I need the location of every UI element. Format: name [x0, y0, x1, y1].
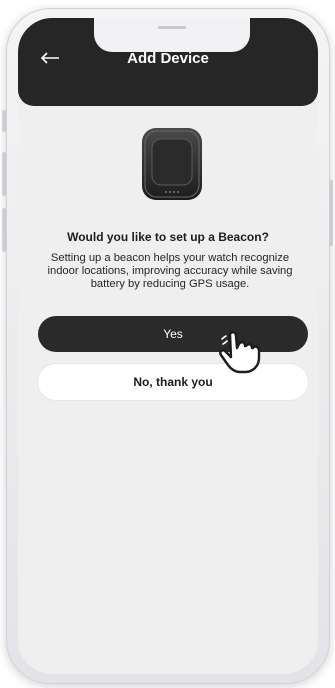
phone-notch — [94, 18, 250, 52]
no-thank-you-button[interactable]: No, thank you — [38, 364, 308, 400]
setup-question: Would you like to set up a Beacon? — [67, 230, 269, 244]
yes-button[interactable]: Yes — [38, 316, 308, 352]
phone-mockup: Add Device Would you like to set up a Be… — [0, 0, 335, 688]
setup-description: Setting up a beacon helps your watch rec… — [47, 252, 293, 290]
app-screen: Add Device Would you like to set up a Be… — [18, 18, 318, 674]
hand-pointer-icon — [219, 331, 261, 374]
speaker-grille — [158, 26, 186, 29]
page-title: Add Device — [127, 50, 209, 67]
beacon-device-icon — [142, 128, 202, 200]
